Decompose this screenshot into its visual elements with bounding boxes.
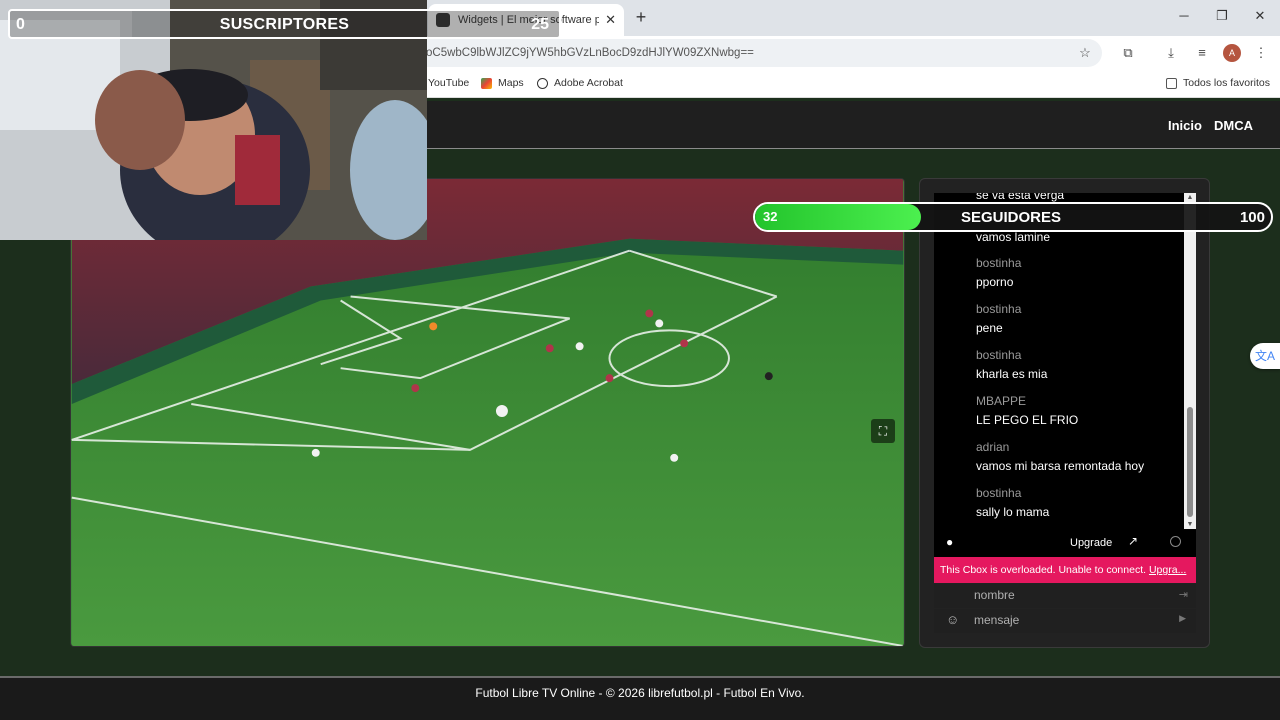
bookmark-adobe-label: Adobe Acrobat [554,77,623,89]
send-icon[interactable]: ▶ [1179,613,1186,624]
overload-alert-text: This Cbox is overloaded. Unable to conne… [940,564,1147,576]
bookmark-star-icon[interactable]: ☆ [1076,44,1094,62]
menu-kebab-icon[interactable]: ⋮ [1252,44,1270,62]
bookmark-youtube-label: YouTube [428,77,470,89]
subscribers-goal: 25 [531,16,549,33]
subscribers-label: SUSCRIPTORES [219,16,350,33]
profile-avatar[interactable]: A [1223,44,1241,62]
user-icon[interactable]: ● [946,535,953,549]
chat-message: MBAPPE LE PEGO EL FRIO [976,393,1186,428]
followers-current: 32 [763,209,778,224]
maximize-icon[interactable]: ❐ [1212,8,1232,24]
chat-message: bostinha sally lo mama [976,485,1186,520]
chat-scroll-thumb[interactable] [1187,407,1193,517]
bookmark-maps-label: Maps [498,77,524,89]
followers-progress-fill [755,204,921,230]
chat-username: MBAPPE [976,394,1027,408]
bookmark-maps[interactable]: Maps [481,77,524,89]
chat-text: pporno [976,275,1014,289]
bookmark-youtube[interactable]: YouTube [428,77,469,89]
all-bookmarks-label: Todos los favoritos [1183,77,1270,89]
match-video-frame [71,179,904,646]
chat-text: LE PEGO EL FRIO [976,413,1079,427]
extensions-icon[interactable]: ⧉ [1119,44,1137,62]
video-player[interactable]: ⛶ [70,178,905,647]
upgrade-link[interactable]: Upgrade [1070,537,1112,549]
chat-text: pene [976,321,1003,335]
address-bar[interactable]: oC5wbC9lbWJlZC9jYW5hbGVzLnBocD9zdHJlYW09… [412,39,1102,67]
followers-goal-bar: 32 SEGUIDORES 100 [753,202,1273,232]
chat-message: adrian vamos mi barsa remontada hoy [976,439,1186,474]
fullscreen-icon[interactable]: ⛶ [871,419,895,443]
site-footer: Futbol Libre TV Online - © 2026 librefut… [0,676,1280,720]
close-window-icon[interactable]: ✕ [1250,8,1270,24]
overload-upgrade-link[interactable]: Upgra... [1149,564,1186,576]
maps-icon [481,77,492,89]
chat-username: bostinha [976,256,1022,270]
new-tab-button[interactable]: + [630,6,652,28]
chat-message: bostinha pene [976,301,1186,336]
overload-alert: This Cbox is overloaded. Unable to conne… [934,557,1196,583]
status-circle-icon [1170,536,1181,547]
chat-toolbar: ● Upgrade ↗ [934,529,1196,557]
media-control-icon[interactable]: ≡ [1193,44,1211,62]
chat-message: bostinha pporno [976,255,1186,290]
chat-name-field[interactable]: nombre ⇥ [934,584,1196,608]
scroll-up-icon[interactable]: ▲ [1184,194,1196,201]
minimize-icon[interactable]: ─ [1174,8,1194,23]
message-placeholder: mensaje [974,613,1020,627]
name-placeholder: nombre [974,588,1015,602]
chat-username: bostinha [976,486,1022,500]
chat-text: vamos mi barsa remontada hoy [976,459,1145,473]
download-icon[interactable]: ⤓ [1162,44,1180,62]
emoji-icon[interactable]: ☺ [946,612,959,627]
footer-text: Futbol Libre TV Online - © 2026 librefut… [475,686,805,700]
scroll-down-icon[interactable]: ▼ [1184,521,1196,528]
nav-inicio[interactable]: Inicio [1168,118,1202,133]
nav-dmca[interactable]: DMCA [1214,118,1253,133]
chat-text: kharla es mia [976,367,1048,381]
chat-message: bostinha kharla es mia [976,347,1186,382]
chat-username: bostinha [976,302,1022,316]
login-icon[interactable]: ⇥ [1179,588,1188,601]
close-tab-icon[interactable]: ✕ [605,12,616,28]
chat-username: bostinha [976,348,1022,362]
globe-icon [537,77,548,89]
chat-username: adrian [976,440,1010,454]
followers-goal: 100 [1239,209,1265,226]
external-link-icon[interactable]: ↗ [1128,534,1138,548]
chat-text: sally lo mama [976,505,1050,519]
followers-label: SEGUIDORES [961,209,1062,226]
chat-widget: se va esta verga vamos lamine bostinha p… [919,178,1210,648]
all-bookmarks-folder[interactable]: Todos los favoritos [1166,77,1270,89]
bookmark-adobe-acrobat[interactable]: Adobe Acrobat [537,77,623,89]
folder-icon [1166,77,1177,89]
chat-scrollbar[interactable]: ▲ ▼ [1184,193,1196,529]
subscribers-goal-bar: 0 SUSCRIPTORES 25 [8,9,561,39]
chat-message-field[interactable]: ☺ mensaje ▶ [934,609,1196,633]
translate-icon[interactable]: 文A [1250,343,1280,369]
chat-message-list[interactable]: se va esta verga vamos lamine bostinha p… [934,193,1188,529]
